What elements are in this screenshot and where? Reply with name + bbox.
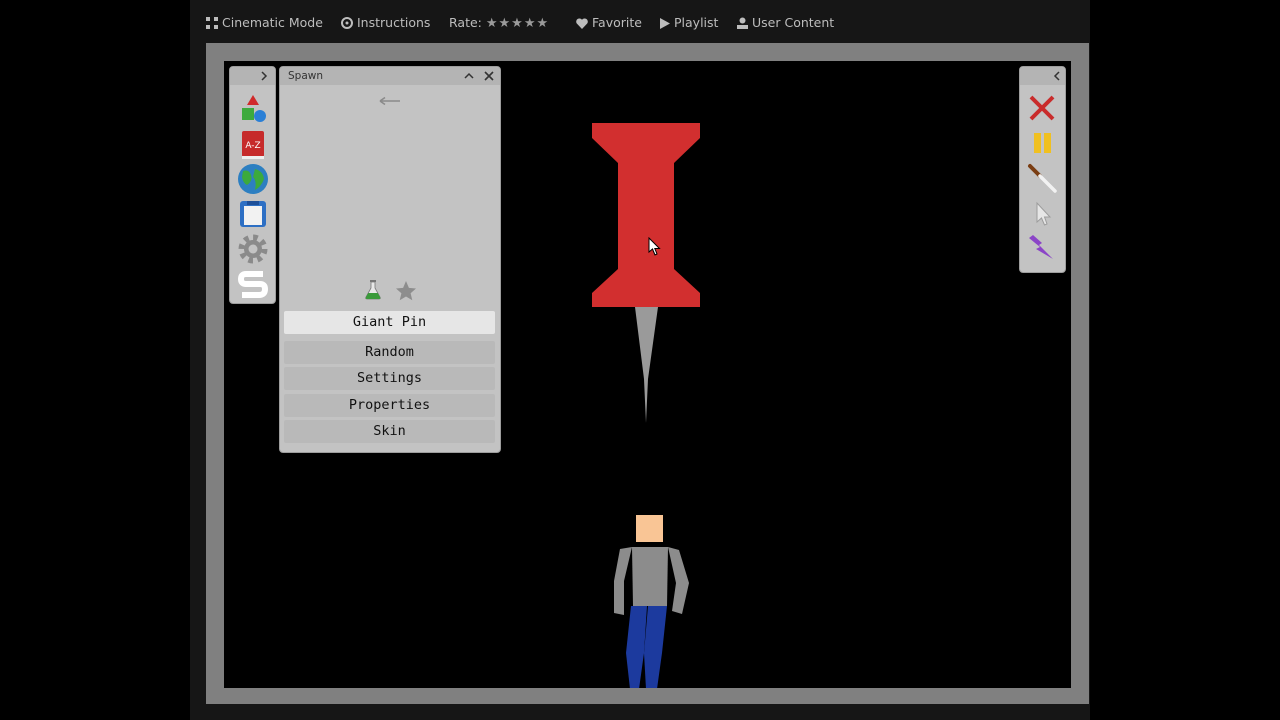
- gear-icon: [238, 234, 268, 264]
- ragdoll-left-arm: [614, 547, 632, 615]
- back-button[interactable]: [376, 93, 404, 109]
- chevron-up-icon: [464, 72, 474, 79]
- user-content-label: User Content: [752, 15, 835, 30]
- heart-icon: [576, 18, 588, 29]
- giant-pin[interactable]: [590, 121, 702, 427]
- instructions-label: Instructions: [357, 15, 431, 30]
- playlist-label: Playlist: [674, 15, 719, 30]
- chevron-right-icon: [261, 71, 268, 81]
- close-icon: [484, 71, 494, 81]
- favorite-link[interactable]: Favorite: [576, 15, 642, 30]
- globe-tool[interactable]: [237, 163, 269, 195]
- experimental-toggle[interactable]: [363, 279, 383, 301]
- expand-palette-button[interactable]: [257, 69, 271, 83]
- help-icon: [341, 17, 353, 29]
- spawn-panel: Spawn Giant Pin Random Settings Properti…: [279, 66, 501, 453]
- pin-needle: [635, 307, 658, 423]
- cinematic-mode-link[interactable]: Cinematic Mode: [206, 15, 323, 30]
- favorite-label: Favorite: [592, 15, 642, 30]
- cursor-icon: [1036, 201, 1052, 226]
- flask-icon: [365, 280, 381, 300]
- shapes-tool[interactable]: [237, 94, 269, 126]
- a-z-icon: A-Z: [242, 131, 264, 159]
- properties-button[interactable]: Properties: [284, 394, 495, 417]
- settings-tool[interactable]: [237, 233, 269, 265]
- user-content-link[interactable]: User Content: [737, 15, 834, 30]
- fullscreen-icon: [206, 17, 218, 29]
- instructions-link[interactable]: Instructions: [341, 15, 430, 30]
- shapes-icon: [242, 95, 266, 122]
- arrow-left-icon: [379, 96, 400, 106]
- spawn-panel-title: Spawn: [288, 70, 324, 82]
- save-icon: [240, 201, 266, 227]
- mouse-cursor: [648, 237, 661, 256]
- close-panel-button[interactable]: [482, 69, 496, 83]
- ragdoll-torso: [632, 547, 668, 606]
- chevron-left-icon: [1053, 71, 1060, 81]
- star-icon: [396, 281, 416, 301]
- rating-stars[interactable]: ★★★★★: [486, 16, 549, 31]
- pause-icon: [1034, 133, 1051, 153]
- pause-tool[interactable]: [1026, 127, 1058, 159]
- top-menu-bar: Cinematic Mode Instructions Rate: ★★★★★ F…: [190, 0, 1090, 44]
- left-tool-palette: A-Z: [229, 66, 276, 304]
- lightning-icon: [1029, 235, 1053, 259]
- lightning-tool[interactable]: [1026, 232, 1058, 264]
- ragdoll-head: [636, 515, 663, 542]
- rate-label: Rate:: [449, 15, 482, 30]
- svg-text:A-Z: A-Z: [245, 141, 260, 151]
- close-icon: [1029, 95, 1055, 121]
- knife-icon: [1028, 164, 1057, 193]
- collapse-panel-button[interactable]: [462, 69, 476, 83]
- skin-button[interactable]: Skin: [284, 420, 495, 443]
- playlist-link[interactable]: Playlist: [660, 15, 718, 30]
- rate-control[interactable]: Rate: ★★★★★: [449, 15, 549, 31]
- s-icon: [237, 271, 269, 298]
- settings-button[interactable]: Settings: [284, 367, 495, 390]
- selected-item-button[interactable]: Giant Pin: [284, 311, 495, 334]
- favorites-toggle[interactable]: [394, 279, 418, 303]
- save-tool[interactable]: [237, 198, 269, 230]
- play-icon: [660, 18, 670, 29]
- ragdoll-left-leg: [626, 606, 647, 688]
- cursor-tool[interactable]: [1026, 197, 1058, 229]
- user-icon: [737, 17, 748, 29]
- a-z-tool[interactable]: A-Z: [237, 129, 269, 161]
- ragdoll-right-leg: [644, 606, 667, 688]
- ragdoll-right-arm: [668, 547, 689, 614]
- ragdoll-person[interactable]: [608, 513, 694, 688]
- clear-tool[interactable]: [1026, 92, 1058, 124]
- s-tool[interactable]: [237, 268, 269, 300]
- right-tool-palette: [1019, 66, 1066, 273]
- collapse-right-palette-button[interactable]: [1050, 69, 1064, 83]
- random-button[interactable]: Random: [284, 341, 495, 364]
- cinematic-mode-label: Cinematic Mode: [222, 15, 323, 30]
- globe-icon: [238, 164, 268, 194]
- knife-tool[interactable]: [1026, 162, 1058, 194]
- pin-head: [592, 123, 700, 307]
